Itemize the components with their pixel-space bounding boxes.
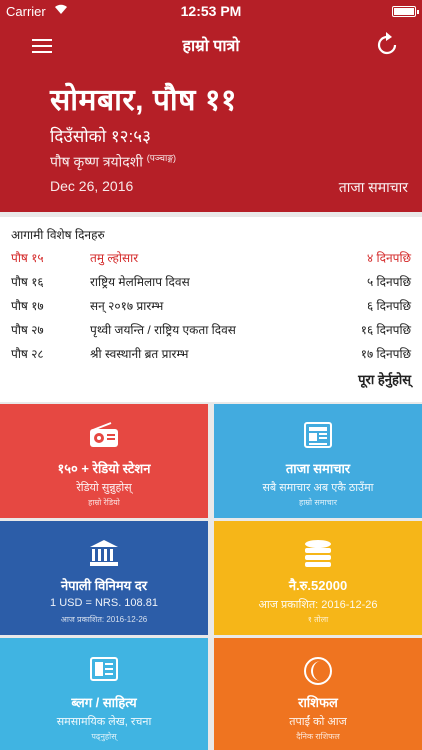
event-row[interactable]: पौष २८ श्री स्वस्थानी ब्रत प्रारम्भ १७ द… [0,345,422,367]
header: Carrier 12:53 PM हाम्रो पात्रो सोमबार, प… [0,0,422,212]
event-days: १६ दिनपछि [360,323,411,337]
blog-tile[interactable]: ब्लग / साहित्य समसामयिक लेख, रचना पढ्नुह… [0,638,208,750]
event-days: ६ दिनपछि [366,299,411,313]
event-days: १७ दिनपछि [360,347,411,361]
battery-icon [392,6,419,17]
nepali-date: सोमबार, पौष ११ [50,84,238,117]
event-name: राष्ट्रिय मेलमिलाप दिवस [90,275,190,289]
gold-tile[interactable]: नै.रु.52000 आज प्रकाशित: 2016-12-26 १ तो… [214,521,422,635]
event-days: ५ दिनपछि [366,275,411,289]
blog-icon [0,656,208,688]
upcoming-events: आगामी विशेष दिनहरु पौष १५ तमु ल्होसार ४ … [0,217,422,402]
tile-subtitle: सबै समाचार अब एकै ठाउँमा [262,482,374,494]
status-time: 12:53 PM [180,3,242,19]
tithi[interactable]: पौष कृष्ण त्रयोदशी (पञ्चाङ्ग) [50,151,176,172]
tile-caption: आज प्रकाशित: 2016-12-26 [60,615,148,624]
event-date: पौष २८ [11,347,44,361]
moon-icon [214,656,422,688]
view-all-link[interactable]: पूरा हेर्नुहोस् [358,370,411,388]
tile-title: नै.रु.52000 [288,578,348,593]
tile-subtitle: रेडियो सुन्नुहोस् [76,482,132,494]
event-row[interactable]: पौष २७ पृथ्वी जयन्ति / राष्ट्रिय एकता दि… [0,321,422,343]
event-name: सन् २०१७ प्रारम्भ [90,299,164,313]
event-row[interactable]: पौष १५ तमु ल्होसार ४ दिनपछि [0,249,422,271]
tile-subtitle: आज प्रकाशित: 2016-12-26 [258,599,378,611]
radio-tile[interactable]: १५० + रेडियो स्टेशन रेडियो सुन्नुहोस् हा… [0,404,208,518]
event-date: पौष १५ [11,251,44,265]
event-date: पौष १६ [11,275,44,289]
bank-icon [0,539,208,571]
tile-caption: हाम्रो रेडियो [88,498,120,507]
event-date: पौष २७ [11,323,44,337]
tile-subtitle: 1 USD = NRS. 108.81 [50,597,158,609]
tile-title: ब्लग / साहित्य [71,695,137,710]
top-bar: हाम्रो पात्रो [0,22,422,66]
tile-title: १५० + रेडियो स्टेशन [57,461,151,476]
tile-caption: पढ्नुहोस् [91,732,117,741]
tile-subtitle: तपाईं को आज [289,716,347,728]
news-link[interactable]: ताजा समाचार [339,178,408,197]
event-row[interactable]: पौष १६ राष्ट्रिय मेलमिलाप दिवस ५ दिनपछि [0,273,422,295]
english-date: Dec 26, 2016 [50,178,134,194]
newspaper-icon [214,422,422,454]
tile-title: नेपाली विनिमय दर [60,578,148,593]
event-date: पौष १७ [11,299,44,313]
rashifal-tile[interactable]: राशिफल तपाईं को आज दैनिक राशिफल [214,638,422,750]
event-name: पृथ्वी जयन्ति / राष्ट्रिय एकता दिवस [90,323,236,337]
radio-icon [0,422,208,454]
tile-caption: हाम्रो समाचार [298,498,338,507]
news-tile[interactable]: ताजा समाचार सबै समाचार अब एकै ठाउँमा हाम… [214,404,422,518]
panchang-label: (पञ्चाङ्ग) [146,153,177,163]
event-days: ४ दिनपछि [366,251,411,265]
gold-stack-icon [214,539,422,571]
tile-caption: दैनिक राशिफल [296,732,340,741]
tithi-text: पौष कृष्ण त्रयोदशी [50,153,143,170]
tile-subtitle: समसामयिक लेख, रचना [56,716,152,728]
event-row[interactable]: पौष १७ सन् २०१७ प्रारम्भ ६ दिनपछि [0,297,422,319]
nepali-time: दिउँसोको १२:५३ [50,127,151,146]
event-name: तमु ल्होसार [90,251,139,265]
event-name: श्री स्वस्थानी ब्रत प्रारम्भ [90,347,189,361]
tile-caption: १ तोला [307,615,329,624]
forex-tile[interactable]: नेपाली विनिमय दर 1 USD = NRS. 108.81 आज … [0,521,208,635]
status-bar: Carrier 12:53 PM [0,0,422,22]
refresh-icon[interactable] [374,31,400,57]
tile-title: ताजा समाचार [285,461,351,476]
upcoming-title: आगामी विशेष दिनहरु [11,228,105,242]
tile-title: राशिफल [298,695,338,710]
app-title: हाम्रो पात्रो [182,38,240,55]
